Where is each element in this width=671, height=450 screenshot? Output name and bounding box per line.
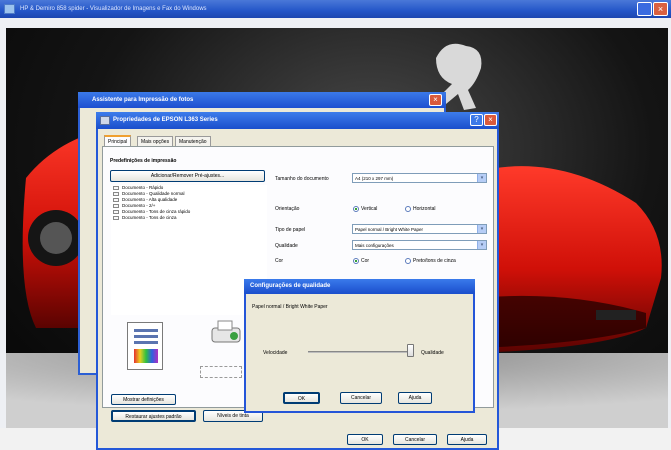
tab-principal[interactable]: Principal xyxy=(104,135,132,146)
paper-preview xyxy=(127,322,163,370)
chevron-down-icon: ▾ xyxy=(477,225,486,233)
color-label: Cor xyxy=(275,258,284,264)
document-icon xyxy=(113,186,119,190)
color-option-label: Cor xyxy=(361,258,370,264)
chevron-down-icon: ▾ xyxy=(477,241,486,249)
wizard-close-button[interactable]: × xyxy=(429,94,442,106)
chevron-down-icon: ▾ xyxy=(477,174,486,182)
printer-illustration-icon xyxy=(208,318,244,348)
viewer-app-icon xyxy=(4,4,15,14)
orientation-label: Orientação xyxy=(275,206,300,212)
ink-level-icons xyxy=(200,366,242,378)
quality-help-button[interactable]: Ajuda xyxy=(398,392,432,404)
doc-size-select[interactable]: A4 (210 x 297 mm) ▾ xyxy=(352,173,487,183)
paper-type-label: Tipo de papel xyxy=(275,227,306,233)
show-settings-button[interactable]: Mostrar definições xyxy=(111,394,176,405)
quality-slider-track[interactable] xyxy=(308,351,411,353)
orientation-vertical-label: Vertical xyxy=(361,206,378,212)
help-button[interactable]: Ajuda xyxy=(447,434,487,445)
color-radio[interactable] xyxy=(353,258,359,264)
properties-close-button[interactable]: × xyxy=(484,114,497,126)
printer-icon xyxy=(100,116,110,125)
orientation-vertical-radio[interactable] xyxy=(353,206,359,212)
add-remove-presets-button[interactable]: Adicionar/Remover Pré-ajustes... xyxy=(110,170,265,182)
viewer-minimize-button[interactable] xyxy=(637,2,652,16)
quality-dialog-title-bar: Configurações de qualidade xyxy=(244,279,475,294)
grayscale-radio[interactable] xyxy=(405,258,411,264)
orientation-horizontal-label: Horizontal xyxy=(413,206,436,212)
properties-title-bar: Propriedades de EPSON L363 Series xyxy=(96,112,499,129)
grayscale-option-label: Preto/tons de cinza xyxy=(413,258,456,264)
paper-type-select[interactable]: Papel normal / Bright White Paper ▾ xyxy=(352,224,487,234)
quality-paper-text: Papel normal / Bright White Paper xyxy=(252,304,328,310)
printer-illustration-svg xyxy=(211,320,241,343)
document-icon xyxy=(113,198,119,202)
quality-label: Qualidade xyxy=(275,243,298,249)
cancel-button[interactable]: Cancelar xyxy=(393,434,437,445)
presets-section-title: Predefinições de impressão xyxy=(110,158,177,164)
quality-select[interactable]: Mais configurações ▾ xyxy=(352,240,487,250)
orientation-horizontal-radio[interactable] xyxy=(405,206,411,212)
restore-defaults-button[interactable]: Restaurar ajustes padrão xyxy=(111,410,196,422)
document-icon xyxy=(113,210,119,214)
wizard-title-bar: Assistente para Impressão de fotos xyxy=(78,92,446,108)
viewer-close-button[interactable]: × xyxy=(653,2,668,16)
doc-size-label: Tamanho do documento xyxy=(275,176,329,182)
quality-end-label: Qualidade xyxy=(421,350,444,356)
document-icon xyxy=(113,192,119,196)
document-icon xyxy=(113,216,119,220)
quality-ok-button[interactable]: OK xyxy=(283,392,320,404)
quality-cancel-button[interactable]: Cancelar xyxy=(340,392,382,404)
quality-slider-thumb[interactable] xyxy=(406,344,414,357)
ok-button[interactable]: OK xyxy=(347,434,383,445)
list-item[interactable]: Documento - Tons de cinza xyxy=(111,215,267,221)
viewer-title-bar: HP & Demiro 858 spider - Visualizador de… xyxy=(0,0,671,18)
help-title-button[interactable]: ? xyxy=(470,114,483,126)
speed-label: Velocidade xyxy=(263,350,288,356)
document-icon xyxy=(113,204,119,208)
